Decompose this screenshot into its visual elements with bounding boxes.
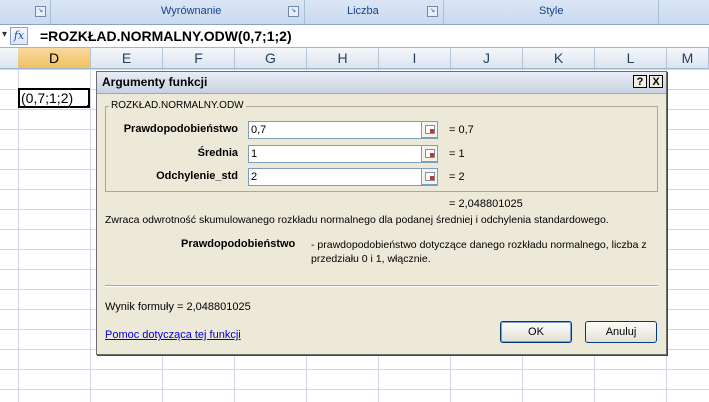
ribbon-group-prev: ↘ xyxy=(0,0,51,24)
dialog-titlebar[interactable]: Argumenty funkcji ? X xyxy=(97,72,666,94)
chevron-down-icon[interactable]: ▾ xyxy=(2,29,7,40)
column-header-i[interactable]: I xyxy=(379,48,451,68)
range-select-icon xyxy=(425,125,435,134)
function-result: = 2,048801025 xyxy=(449,198,523,210)
arg-input-mean[interactable]: 1 xyxy=(248,145,438,163)
function-description: Zwraca odwrotność skumulowanego rozkładu… xyxy=(105,214,609,226)
ribbon-group-alignment: Wyrównanie ↘ xyxy=(51,0,305,24)
column-header-j[interactable]: J xyxy=(451,48,523,68)
arg-label-mean: Średnia xyxy=(197,147,238,159)
formula-result: Wynik formuły = 2,048801025 xyxy=(105,301,251,313)
column-header-f[interactable]: F xyxy=(163,48,235,68)
ribbon-group-style: Style xyxy=(444,0,659,24)
help-link[interactable]: Pomoc dotycząca tej funkcji xyxy=(105,329,241,341)
close-button[interactable]: X xyxy=(649,75,663,88)
ribbon-group-label: Style xyxy=(539,5,564,17)
active-cell-text: (0,7;1;2) xyxy=(21,90,74,106)
arg-result-std-dev: = 2 xyxy=(449,171,465,183)
dialog-launcher-icon[interactable]: ↘ xyxy=(35,6,46,17)
ribbon-group-next xyxy=(659,0,709,24)
arg-input-probability[interactable]: 0,7 xyxy=(248,121,438,139)
column-header-d[interactable]: D xyxy=(18,48,91,68)
column-header-h[interactable]: H xyxy=(307,48,379,68)
fill-handle[interactable] xyxy=(87,105,88,106)
ribbon-group-label: Liczba xyxy=(347,5,379,17)
formula-text[interactable]: =ROZKŁAD.NORMALNY.ODW(0,7;1;2) xyxy=(40,28,292,44)
range-select-icon xyxy=(425,149,435,158)
arg-label-std-dev: Odchylenie_std xyxy=(156,170,238,182)
function-name: ROZKŁAD.NORMALNY.ODW xyxy=(109,100,246,111)
collapse-dialog-button[interactable] xyxy=(421,121,438,138)
insert-function-icon[interactable]: fx xyxy=(10,27,28,45)
dialog-launcher-icon[interactable]: ↘ xyxy=(288,6,299,17)
dialog-title: Argumenty funkcji xyxy=(102,75,208,89)
arg-input-std-dev[interactable]: 2 xyxy=(248,168,438,186)
active-cell[interactable]: (0,7;1;2) xyxy=(18,88,90,108)
parameter-description: - prawdopodobieństwo dotyczące danego ro… xyxy=(311,239,647,265)
parameter-name: Prawdopodobieństwo xyxy=(181,238,296,250)
dialog-launcher-icon[interactable]: ↘ xyxy=(427,6,438,17)
collapse-dialog-button[interactable] xyxy=(421,168,438,185)
collapse-dialog-button[interactable] xyxy=(421,145,438,162)
ribbon-group-label: Wyrównanie xyxy=(161,5,222,17)
function-arguments-dialog: Argumenty funkcji ? X ROZKŁAD.NORMALNY.O… xyxy=(96,71,667,355)
divider xyxy=(105,285,658,287)
column-header-l[interactable]: L xyxy=(595,48,667,68)
column-header-e[interactable]: E xyxy=(91,48,163,68)
range-select-icon xyxy=(425,172,435,181)
arg-result-mean: = 1 xyxy=(449,148,465,160)
column-header-g[interactable]: G xyxy=(235,48,307,68)
column-header-k[interactable]: K xyxy=(523,48,595,68)
formula-bar: ▾ fx =ROZKŁAD.NORMALNY.ODW(0,7;1;2) xyxy=(0,25,709,48)
cancel-button[interactable]: Anuluj xyxy=(585,321,657,343)
ok-button[interactable]: OK xyxy=(500,321,572,343)
arg-label-probability: Prawdopodobieństwo xyxy=(123,123,238,135)
column-header-row: D E F G H I J K L M xyxy=(0,48,709,69)
arg-result-probability: = 0,7 xyxy=(449,124,474,136)
ribbon: ↘ Wyrównanie ↘ Liczba ↘ Style xyxy=(0,0,709,25)
ribbon-group-number: Liczba ↘ xyxy=(305,0,444,24)
help-button[interactable]: ? xyxy=(633,75,647,88)
column-header-m[interactable]: M xyxy=(667,48,709,68)
